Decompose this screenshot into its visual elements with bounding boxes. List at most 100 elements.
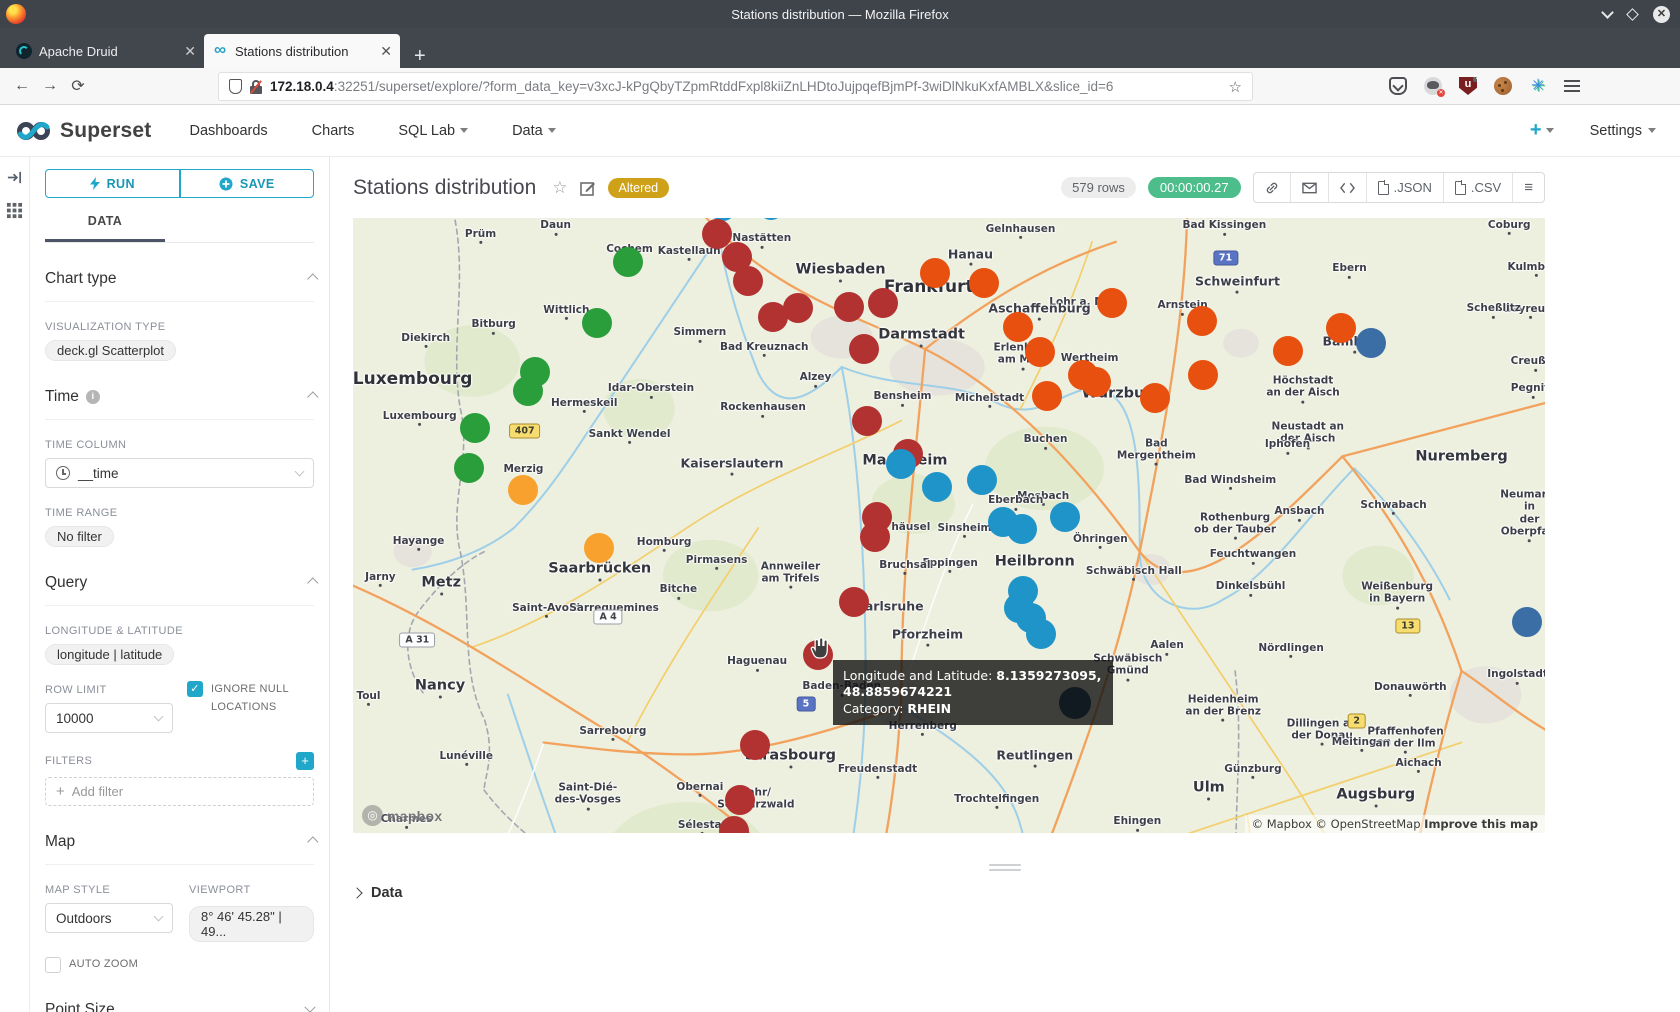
scatter-point[interactable]: [513, 376, 543, 406]
url-text[interactable]: 172.18.0.4:32251/superset/explore/?form_…: [270, 79, 1221, 94]
scatter-point[interactable]: [1081, 367, 1111, 397]
edit-pencil-icon[interactable]: [580, 180, 596, 196]
map-style-select[interactable]: Outdoors: [45, 903, 173, 933]
scatter-point[interactable]: [454, 453, 484, 483]
scatter-point[interactable]: [839, 587, 869, 617]
cookie-extension-icon[interactable]: [1494, 77, 1512, 95]
scatter-point[interactable]: [920, 258, 950, 288]
mapbox-logo[interactable]: ◎mapbox: [362, 805, 442, 826]
section-chart-type[interactable]: Chart type: [45, 270, 314, 288]
nav-sql-lab[interactable]: SQL Lab: [398, 123, 468, 139]
scatter-point[interactable]: [1512, 607, 1542, 637]
scatter-point[interactable]: [886, 449, 916, 479]
nav-dashboards[interactable]: Dashboards: [189, 123, 267, 139]
time-range-value[interactable]: No filter: [45, 526, 114, 547]
tab-data[interactable]: DATA: [45, 214, 165, 242]
viewport-value[interactable]: 8° 46' 45.28" | 49...: [189, 906, 314, 942]
ignore-null-checkbox-row[interactable]: ✓ IGNORE NULL LOCATIONS: [187, 681, 314, 716]
run-button[interactable]: RUN: [45, 169, 180, 198]
scatter-point[interactable]: [852, 406, 882, 436]
scatter-point[interactable]: [1326, 313, 1356, 343]
bookmark-star-icon[interactable]: ☆: [1229, 78, 1242, 96]
save-button[interactable]: SAVE: [180, 169, 315, 198]
expand-panel-icon[interactable]: [6, 169, 23, 186]
scatter-point[interactable]: [740, 730, 770, 760]
email-button[interactable]: [1290, 173, 1328, 202]
new-tab-button[interactable]: +: [414, 45, 426, 68]
section-point-size[interactable]: Point Size: [45, 1001, 314, 1012]
url-bar[interactable]: 172.18.0.4:32251/superset/explore/?form_…: [218, 72, 1253, 101]
scatter-point[interactable]: [922, 472, 952, 502]
scatter-point[interactable]: [460, 413, 490, 443]
section-query[interactable]: Query: [45, 574, 314, 592]
scatter-point[interactable]: [1025, 337, 1055, 367]
add-new-button[interactable]: +: [1530, 119, 1554, 142]
scatter-point[interactable]: [1026, 619, 1056, 649]
close-icon[interactable]: ✕: [1653, 6, 1670, 23]
ublock-icon[interactable]: u2: [1459, 77, 1477, 95]
tab-close-icon[interactable]: ✕: [380, 43, 392, 60]
scatter-point[interactable]: [1356, 328, 1386, 358]
scatter-point[interactable]: [967, 465, 997, 495]
scatter-point[interactable]: [508, 475, 538, 505]
scatter-point[interactable]: [860, 522, 890, 552]
scatter-point[interactable]: [1097, 288, 1127, 318]
resize-drag-handle[interactable]: [989, 864, 1021, 871]
tab-stations-distribution[interactable]: ∞ Stations distribution ✕: [204, 34, 400, 68]
tracking-shield-icon[interactable]: [229, 79, 242, 94]
scatter-point[interactable]: [969, 268, 999, 298]
scatter-point[interactable]: [868, 288, 898, 318]
settings-menu[interactable]: Settings: [1590, 123, 1656, 139]
extension-asterisk-icon[interactable]: ✳: [1529, 77, 1547, 95]
scatter-point[interactable]: [1007, 514, 1037, 544]
lonlat-value[interactable]: longitude | latitude: [45, 644, 174, 665]
data-section-toggle[interactable]: Data: [353, 885, 1680, 901]
scatter-point[interactable]: [584, 533, 614, 563]
minimize-icon[interactable]: [1601, 6, 1614, 19]
scatter-point[interactable]: [1187, 306, 1217, 336]
scatter-point[interactable]: [834, 292, 864, 322]
export-csv-button[interactable]: .CSV: [1443, 173, 1512, 202]
row-limit-select[interactable]: 10000: [45, 703, 173, 733]
insecure-lock-icon[interactable]: [250, 80, 262, 94]
scatter-point[interactable]: [1003, 312, 1033, 342]
nav-charts[interactable]: Charts: [312, 123, 355, 139]
section-time[interactable]: Timei: [45, 388, 314, 406]
superset-brand[interactable]: Superset: [16, 119, 151, 143]
embed-code-button[interactable]: [1328, 173, 1366, 202]
deckgl-scatterplot-map[interactable]: PrümDaunCochemKastellaunNastättenWiesbad…: [353, 218, 1545, 833]
nav-data[interactable]: Data: [512, 123, 556, 139]
scatter-point[interactable]: [733, 266, 763, 296]
section-map[interactable]: Map: [45, 833, 314, 851]
reload-button[interactable]: ⟳: [64, 76, 92, 96]
map-attribution[interactable]: © Mapbox © OpenStreetMap Improve this ma…: [1245, 815, 1545, 833]
dataset-grid-icon[interactable]: [6, 202, 23, 219]
scatter-point[interactable]: [582, 308, 612, 338]
maximize-icon[interactable]: [1626, 8, 1639, 21]
favorite-star-icon[interactable]: ☆: [552, 178, 567, 198]
privacy-mask-icon[interactable]: ✕: [1424, 77, 1442, 95]
more-options-button[interactable]: ≡: [1512, 173, 1544, 202]
scatter-point[interactable]: [1050, 502, 1080, 532]
forward-button[interactable]: →: [36, 77, 64, 95]
tab-close-icon[interactable]: ✕: [184, 43, 196, 60]
back-button[interactable]: ←: [8, 77, 36, 95]
menu-icon[interactable]: [1564, 80, 1580, 92]
scatter-point[interactable]: [613, 247, 643, 277]
scatter-point[interactable]: [1140, 383, 1170, 413]
checkbox-unchecked-icon[interactable]: [45, 957, 61, 973]
copy-link-button[interactable]: [1254, 173, 1290, 202]
add-filter-plus-button[interactable]: +: [296, 752, 314, 770]
pocket-icon[interactable]: [1389, 77, 1407, 95]
viz-type-value[interactable]: deck.gl Scatterplot: [45, 340, 176, 361]
scatter-point[interactable]: [783, 293, 813, 323]
tab-apache-druid[interactable]: Apache Druid ✕: [8, 34, 204, 68]
scatter-point[interactable]: [1032, 381, 1062, 411]
add-filter-input[interactable]: +Add filter: [45, 777, 314, 806]
export-json-button[interactable]: .JSON: [1366, 173, 1443, 202]
checkbox-checked-icon[interactable]: ✓: [187, 681, 203, 697]
improve-map-link[interactable]: Improve this map: [1424, 817, 1538, 831]
scatter-point[interactable]: [725, 785, 755, 815]
auto-zoom-checkbox-row[interactable]: AUTO ZOOM: [45, 956, 314, 974]
time-column-select[interactable]: __time: [45, 458, 314, 488]
